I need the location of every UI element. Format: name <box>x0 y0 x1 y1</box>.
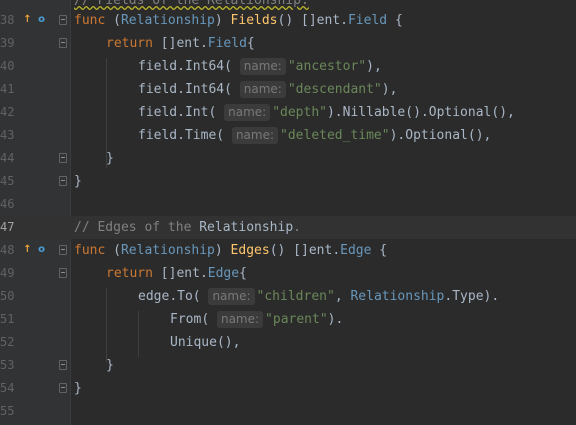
fold-marker-icon[interactable] <box>59 176 67 186</box>
line-number: 43 <box>0 128 14 142</box>
fold-marker-icon[interactable] <box>59 38 67 48</box>
line-number: 49 <box>0 266 14 280</box>
code-line-45[interactable]: 45 } <box>0 170 576 193</box>
code-line-49[interactable]: 49 return []ent.Edge{ <box>0 262 576 285</box>
code-line-51[interactable]: 51 From( name: "parent"). <box>0 308 576 331</box>
line-number: 50 <box>0 289 14 303</box>
line-number: 45 <box>0 174 14 188</box>
code-line-41[interactable]: 41 field.Int64( name: "descendant"), <box>0 78 576 101</box>
code-text: field.Int64( name: "descendant"), <box>138 81 398 98</box>
fold-marker-icon[interactable] <box>59 360 67 370</box>
line-number: 40 <box>0 59 14 73</box>
code-text: func (Relationship) Fields() []ent.Field… <box>74 13 403 28</box>
code-text: func (Relationship) Edges() []ent.Edge { <box>74 243 388 258</box>
line-number: 44 <box>0 151 14 165</box>
fold-marker-icon[interactable] <box>59 245 67 255</box>
line-number: 47 <box>0 220 14 234</box>
code-line-55[interactable]: 55 <box>0 400 576 423</box>
code-text: field.Int64( name: "ancestor"), <box>138 58 382 75</box>
parameter-hint: name: <box>216 311 264 328</box>
fold-marker-icon[interactable] <box>59 15 67 25</box>
code-line-40[interactable]: 40 field.Int64( name: "ancestor"), <box>0 55 576 78</box>
code-line-46[interactable]: 46 <box>0 193 576 216</box>
code-line-38[interactable]: 38 ↑ o func (Relationship) Fields() []en… <box>0 9 576 32</box>
parameter-hint: name: <box>239 58 286 75</box>
parameter-hint: name: <box>231 127 279 144</box>
code-text: From( name: "parent"). <box>170 311 344 328</box>
code-line-48[interactable]: 48 ↑ o func (Relationship) Edges() []ent… <box>0 239 576 262</box>
implemented-method-icon[interactable]: ↑ <box>22 14 33 25</box>
code-text: } <box>74 381 82 396</box>
fold-marker-icon[interactable] <box>59 383 67 393</box>
code-text: // Edges of the Relationship. <box>74 220 301 235</box>
line-number: 46 <box>0 197 14 211</box>
fold-marker-icon[interactable] <box>59 268 67 278</box>
line-number: 54 <box>0 381 14 395</box>
code-text: Unique(), <box>170 335 241 350</box>
line-number: 55 <box>0 404 14 418</box>
code-text: field.Int( name: "depth").Nillable().Opti… <box>138 104 515 121</box>
code-editor[interactable]: // Fields of the Relationship. 38 ↑ o fu… <box>0 0 576 425</box>
code-text: field.Time( name: "deleted_time").Optiona… <box>138 127 492 144</box>
line-number: 42 <box>0 105 14 119</box>
implemented-method-icon[interactable]: ↑ <box>22 244 33 255</box>
code-line-44[interactable]: 44 } <box>0 147 576 170</box>
overridden-method-icon[interactable]: o <box>36 244 47 255</box>
line-number: 51 <box>0 312 14 326</box>
code-text: } <box>106 358 114 373</box>
code-line-50[interactable]: 50 edge.To( name: "children", Relationshi… <box>0 285 576 308</box>
code-line-43[interactable]: 43 field.Time( name: "deleted_time").Opti… <box>0 124 576 147</box>
line-number: 39 <box>0 36 14 50</box>
code-line-39[interactable]: 39 return []ent.Field{ <box>0 32 576 55</box>
code-text: edge.To( name: "children", Relationship.T… <box>138 288 500 305</box>
code-line-42[interactable]: 42 field.Int( name: "depth").Nillable().O… <box>0 101 576 124</box>
code-line-52[interactable]: 52 Unique(), <box>0 331 576 354</box>
line-number: 53 <box>0 358 14 372</box>
parameter-hint: name: <box>224 104 271 121</box>
code-line-54[interactable]: 54 } <box>0 377 576 400</box>
code-text: return []ent.Edge{ <box>106 266 247 281</box>
code-line-47[interactable]: 47 // Edges of the Relationship. <box>0 216 576 239</box>
code-text: } <box>106 151 114 166</box>
line-number: 41 <box>0 82 14 96</box>
code-text: } <box>74 174 82 189</box>
line-number: 38 <box>0 13 14 27</box>
line-number: 48 <box>0 243 14 257</box>
fold-marker-icon[interactable] <box>59 153 67 163</box>
line-number: 52 <box>0 335 14 349</box>
parameter-hint: name: <box>239 81 286 98</box>
code-text: return []ent.Field{ <box>106 36 255 51</box>
overridden-method-icon[interactable]: o <box>36 14 47 25</box>
parameter-hint: name: <box>208 288 255 305</box>
code-line-53[interactable]: 53 } <box>0 354 576 377</box>
